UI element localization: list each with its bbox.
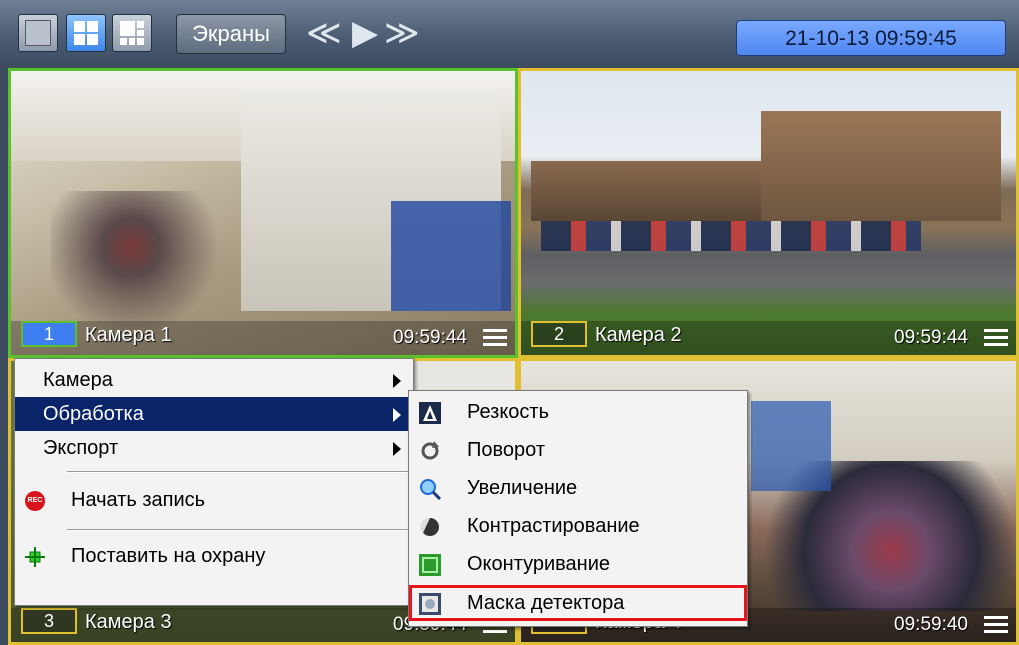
arm-icon: [25, 547, 45, 567]
menu-icon[interactable]: [984, 616, 1008, 634]
processing-submenu: Резкость Поворот Увеличение Контрастиров…: [408, 390, 748, 627]
submenu-item-label: Оконтуривание: [467, 553, 611, 575]
camera-number: 3: [21, 608, 77, 634]
menu-icon[interactable]: [984, 329, 1008, 347]
submenu-item-label: Поворот: [467, 439, 545, 461]
menu-item-label: Камера: [43, 369, 113, 391]
submenu-item-label: Резкость: [467, 401, 549, 423]
rotate-icon: [421, 441, 439, 460]
camera-time: 09:59:44: [393, 327, 467, 348]
menu-item-export[interactable]: Экспорт: [15, 431, 413, 465]
camera-time: 09:59:44: [894, 327, 968, 348]
play-icon[interactable]: ▶: [352, 14, 378, 52]
datetime-display: 21-10-13 09:59:45: [736, 20, 1006, 56]
single-view-icon[interactable]: [18, 14, 58, 52]
camera-tile-2[interactable]: 2 Камера 2 09:59:44: [518, 68, 1019, 358]
menu-separator: [67, 529, 413, 531]
submenu-item-rotation[interactable]: Поворот: [409, 432, 747, 468]
next-icon[interactable]: ≫: [384, 14, 420, 52]
camera-number: 2: [531, 321, 587, 347]
screens-button[interactable]: Экраны: [176, 14, 286, 54]
previous-icon[interactable]: ≪: [306, 14, 342, 52]
magnifier-icon: [420, 479, 441, 500]
record-icon: REC: [25, 491, 45, 511]
submenu-item-label: Контрастирование: [467, 515, 640, 537]
menu-item-processing[interactable]: Обработка: [15, 397, 413, 431]
menu-item-label: Поставить на охрану: [71, 545, 266, 567]
grid-2x2-icon[interactable]: [66, 14, 106, 52]
menu-item-label: Начать запись: [71, 489, 206, 511]
menu-separator: [67, 471, 413, 473]
detector-mask-icon: [419, 593, 441, 615]
camera-number: 1: [21, 321, 77, 347]
contrast-icon: [420, 517, 439, 536]
outline-icon: [419, 554, 441, 576]
camera-name: Камера 2: [595, 324, 682, 346]
camera-name: Камера 3: [85, 611, 172, 633]
menu-item-start-recording[interactable]: REC Начать запись: [15, 483, 413, 517]
submenu-arrow-icon: [393, 442, 401, 456]
menu-icon[interactable]: [483, 329, 507, 347]
camera-tile-1[interactable]: 1 Камера 1 09:59:44: [8, 68, 518, 358]
grid-custom-icon[interactable]: [112, 14, 152, 52]
sharpness-icon: [419, 402, 441, 424]
menu-item-label: Обработка: [43, 403, 144, 425]
submenu-item-label: Маска детектора: [467, 592, 625, 614]
submenu-item-detector-mask[interactable]: Маска детектора: [409, 585, 747, 621]
submenu-item-zoom[interactable]: Увеличение: [409, 470, 747, 506]
submenu-item-sharpness[interactable]: Резкость: [409, 394, 747, 430]
camera-context-menu: Камера Обработка Экспорт REC Начать запи…: [14, 358, 414, 606]
toolbar: Экраны ≪ ▶ ≫ 21-10-13 09:59:45: [0, 0, 1019, 64]
menu-item-camera[interactable]: Камера: [15, 363, 413, 397]
submenu-arrow-icon: [393, 408, 401, 422]
submenu-arrow-icon: [393, 374, 401, 388]
camera-time: 09:59:40: [894, 614, 968, 635]
camera-name: Камера 1: [85, 324, 172, 346]
submenu-item-outline[interactable]: Оконтуривание: [409, 546, 747, 582]
submenu-item-label: Увеличение: [467, 477, 578, 499]
submenu-item-contrast[interactable]: Контрастирование: [409, 508, 747, 544]
menu-item-label: Экспорт: [43, 437, 119, 459]
menu-item-arm[interactable]: Поставить на охрану: [15, 539, 413, 573]
